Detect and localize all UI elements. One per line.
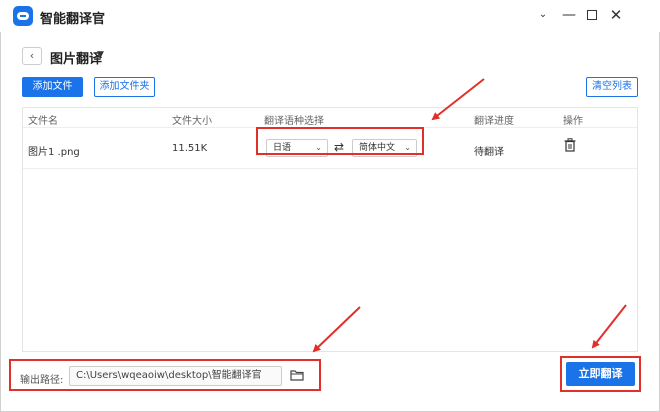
- arrow-to-language: [431, 78, 485, 121]
- annotation-arrows: [312, 78, 627, 353]
- arrow-to-translate: [591, 304, 627, 349]
- arrow-to-output-path: [312, 306, 361, 353]
